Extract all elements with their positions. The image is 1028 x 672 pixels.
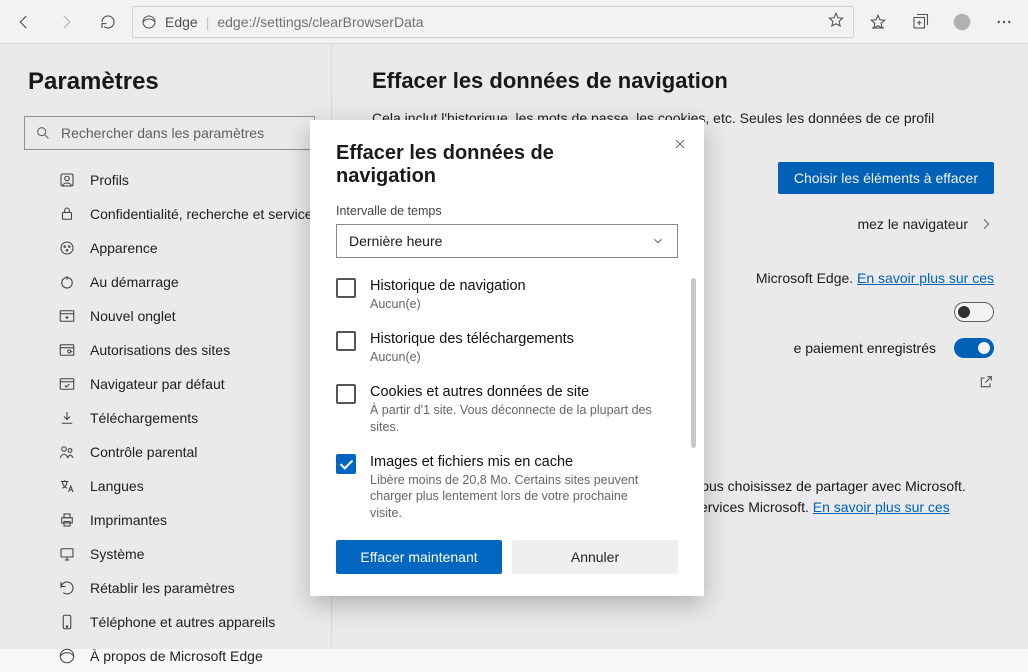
sidebar-item-phone[interactable]: Téléphone et autres appareils xyxy=(58,606,311,638)
time-range-select[interactable]: Dernière heure xyxy=(336,224,678,258)
back-button[interactable] xyxy=(6,4,42,40)
option-browsing-history[interactable]: Historique de navigationAucun(e) xyxy=(336,278,678,313)
clear-now-button[interactable]: Effacer maintenant xyxy=(336,540,502,574)
sidebar-item-site-permissions[interactable]: Autorisations des sites xyxy=(58,334,311,366)
search-icon xyxy=(35,125,51,141)
checkbox[interactable] xyxy=(336,454,356,474)
settings-sidebar: Paramètres Rechercher dans les paramètre… xyxy=(0,44,332,649)
sidebar-item-printers[interactable]: Imprimantes xyxy=(58,504,311,536)
sidebar-item-about[interactable]: À propos de Microsoft Edge xyxy=(58,640,311,672)
dialog-title: Effacer les données de navigation xyxy=(336,142,678,188)
sidebar-nav: Profils Confidentialité, recherche et se… xyxy=(58,164,311,672)
checkbox[interactable] xyxy=(336,278,356,298)
sidebar-item-startup[interactable]: Au démarrage xyxy=(58,266,311,298)
sidebar-item-system[interactable]: Système xyxy=(58,538,311,570)
refresh-button[interactable] xyxy=(90,4,126,40)
chevron-down-icon xyxy=(651,234,665,248)
edge-icon xyxy=(141,14,157,30)
sidebar-item-languages[interactable]: Langues xyxy=(58,470,311,502)
settings-search[interactable]: Rechercher dans les paramètres xyxy=(24,116,315,150)
collections-button[interactable] xyxy=(902,4,938,40)
chevron-right-icon xyxy=(978,216,994,232)
more-button[interactable] xyxy=(986,4,1022,40)
option-cached-images[interactable]: Images et fichiers mis en cacheLibère mo… xyxy=(336,454,678,523)
sidebar-item-appearance[interactable]: Apparence xyxy=(58,232,311,264)
page-title: Effacer les données de navigation xyxy=(372,68,994,94)
option-cookies[interactable]: Cookies et autres données de siteÀ parti… xyxy=(336,384,678,436)
checkbox[interactable] xyxy=(336,331,356,351)
choose-items-button[interactable]: Choisir les éléments à effacer xyxy=(778,162,994,194)
ie-learn-more-link[interactable]: En savoir plus sur ces xyxy=(857,270,994,286)
search-placeholder: Rechercher dans les paramètres xyxy=(61,125,264,141)
option-download-history[interactable]: Historique des téléchargementsAucun(e) xyxy=(336,331,678,366)
time-range-value: Dernière heure xyxy=(349,233,442,249)
toggle2-label: e paiement enregistrés xyxy=(794,340,936,356)
sidebar-item-downloads[interactable]: Téléchargements xyxy=(58,402,311,434)
checkbox[interactable] xyxy=(336,384,356,404)
close-button[interactable] xyxy=(670,134,690,154)
dialog-options: Historique de navigationAucun(e) Histori… xyxy=(336,278,678,522)
sidebar-item-default-browser[interactable]: Navigateur par défaut xyxy=(58,368,311,400)
toggle-1[interactable] xyxy=(954,302,994,322)
sidebar-title: Paramètres xyxy=(28,68,311,96)
sidebar-item-newtab[interactable]: Nouvel onglet xyxy=(58,300,311,332)
clear-data-dialog: Effacer les données de navigation Interv… xyxy=(310,120,704,596)
sidebar-item-reset[interactable]: Rétablir les paramètres xyxy=(58,572,311,604)
browser-toolbar: Edge | edge://settings/clearBrowserData xyxy=(0,0,1028,44)
address-bar[interactable]: Edge | edge://settings/clearBrowserData xyxy=(132,6,854,38)
favorites-button[interactable] xyxy=(860,4,896,40)
toggle-2[interactable] xyxy=(954,338,994,358)
profile-button[interactable] xyxy=(944,4,980,40)
url-text: edge://settings/clearBrowserData xyxy=(217,14,423,30)
browser-name: Edge xyxy=(165,14,198,30)
sidebar-item-family[interactable]: Contrôle parental xyxy=(58,436,311,468)
popout-icon[interactable] xyxy=(978,374,994,390)
sidebar-item-profiles[interactable]: Profils xyxy=(58,164,311,196)
time-range-label: Intervalle de temps xyxy=(336,204,678,218)
scrollbar[interactable] xyxy=(691,278,696,448)
sidebar-item-privacy[interactable]: Confidentialité, recherche et services xyxy=(58,198,311,230)
favorite-icon[interactable] xyxy=(827,11,845,32)
cancel-button[interactable]: Annuler xyxy=(512,540,678,574)
forward-button[interactable] xyxy=(48,4,84,40)
